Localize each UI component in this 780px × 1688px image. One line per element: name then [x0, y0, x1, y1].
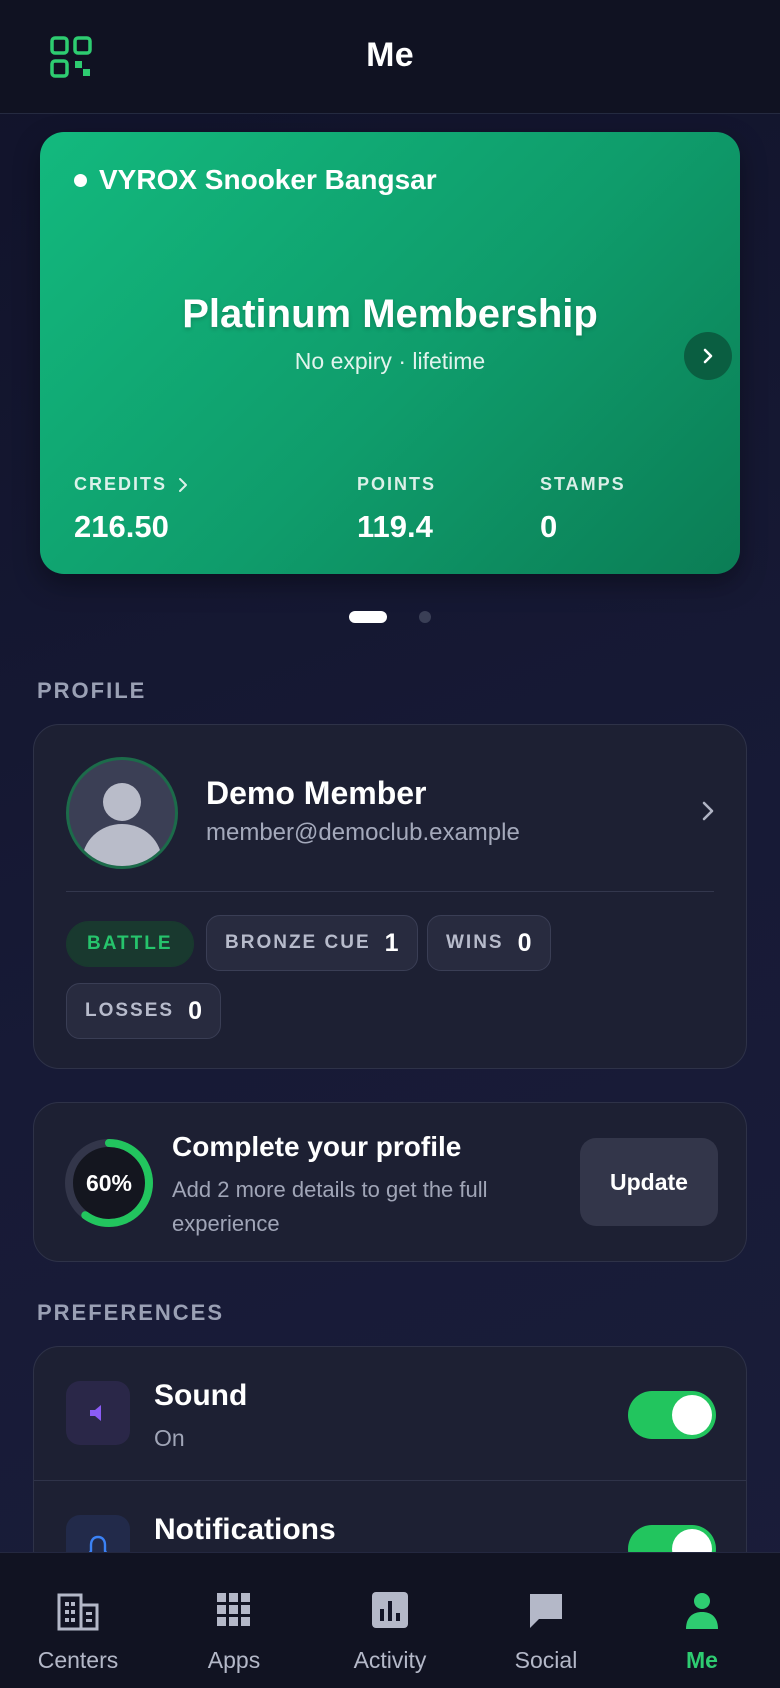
losses-value: 0 — [188, 996, 202, 1025]
wins-chip[interactable]: WINS 0 — [427, 915, 551, 971]
divider — [66, 891, 714, 892]
person-avatar-icon — [82, 783, 162, 866]
toggle-knob — [672, 1395, 712, 1435]
chevron-right-icon — [703, 348, 713, 364]
membership-expiry: No expiry · lifetime — [294, 348, 486, 374]
credits-value: 216.50 — [74, 509, 169, 544]
building-icon — [0, 1591, 156, 1633]
points-stat: POINTS 119.4 — [357, 474, 436, 545]
membership-tier: Platinum Membership — [182, 292, 598, 336]
tab-label: Apps — [207, 1647, 261, 1673]
stamps-value: 0 — [540, 509, 558, 544]
card-pager — [0, 611, 780, 623]
speaker-icon — [66, 1381, 130, 1445]
profile-section-label: PROFILE — [37, 678, 147, 703]
chevron-right-icon — [179, 477, 188, 492]
sound-toggle[interactable] — [628, 1391, 716, 1439]
bronze-cue-value: 1 — [384, 928, 399, 957]
chat-icon — [468, 1591, 624, 1633]
tab-label: Centers — [37, 1647, 119, 1673]
preferences-section-label: PREFERENCES — [37, 1300, 225, 1325]
profile-name: Demo Member — [206, 775, 427, 811]
battle-badge-label: BATTLE — [87, 933, 173, 954]
tab-centers[interactable]: Centers — [0, 1553, 156, 1688]
avatar — [66, 757, 178, 869]
sound-row[interactable]: Sound On — [34, 1347, 746, 1481]
tab-activity[interactable]: Activity — [312, 1553, 468, 1688]
sound-title: Sound — [154, 1379, 248, 1412]
pager-dot-active[interactable] — [349, 611, 387, 623]
notifications-title: Notifications — [154, 1513, 336, 1546]
page-title: Me — [366, 36, 414, 74]
grid-icon — [156, 1591, 312, 1633]
complete-profile-card: 60% Complete your profile Add 2 more det… — [33, 1102, 747, 1262]
tab-apps[interactable]: Apps — [156, 1553, 312, 1688]
losses-chip[interactable]: LOSSES 0 — [66, 983, 221, 1039]
tab-me[interactable]: Me — [624, 1553, 780, 1688]
tab-label: Social — [514, 1647, 578, 1673]
battle-badge[interactable]: BATTLE — [66, 921, 194, 967]
credits-stat[interactable]: CREDITS 216.50 — [74, 474, 189, 545]
profile-card[interactable]: Demo Member member@democlub.example BATT… — [33, 724, 747, 1069]
bronze-cue-label: BRONZE CUE — [225, 932, 371, 953]
bronze-cue-chip[interactable]: BRONZE CUE 1 — [206, 915, 418, 971]
sound-status: On — [154, 1425, 185, 1451]
status-dot-icon — [74, 173, 87, 187]
person-icon — [624, 1591, 780, 1633]
chevron-right-icon — [700, 799, 716, 828]
pager-dot[interactable] — [419, 611, 431, 623]
stamps-label: STAMPS — [540, 474, 626, 494]
chart-icon — [312, 1591, 468, 1633]
next-card-button[interactable] — [684, 332, 732, 380]
complete-profile-title: Complete your profile — [172, 1131, 462, 1162]
complete-profile-description: Add 2 more details to get the full exper… — [172, 1177, 488, 1236]
venue-name: VYROX Snooker Bangsar — [99, 164, 437, 195]
wins-label: WINS — [446, 932, 504, 953]
venue-row: VYROX Snooker Bangsar — [74, 164, 437, 196]
points-value: 119.4 — [357, 509, 433, 544]
wins-value: 0 — [517, 928, 532, 957]
bottom-tab-bar: Centers Apps Activity Social Me — [0, 1552, 780, 1688]
tab-label: Me — [686, 1647, 718, 1673]
losses-label: LOSSES — [85, 1000, 175, 1021]
stamps-stat: STAMPS 0 — [540, 474, 626, 545]
progress-percent: 60% — [85, 1169, 133, 1196]
update-button[interactable]: Update — [580, 1138, 718, 1226]
tab-social[interactable]: Social — [468, 1553, 624, 1688]
membership-card[interactable]: VYROX Snooker Bangsar Platinum Membershi… — [40, 132, 740, 574]
points-label: POINTS — [357, 474, 437, 494]
tab-label: Activity — [353, 1647, 427, 1673]
profile-email: member@democlub.example — [206, 819, 520, 846]
credits-label: CREDITS — [74, 474, 168, 494]
top-header: Me — [0, 0, 780, 114]
